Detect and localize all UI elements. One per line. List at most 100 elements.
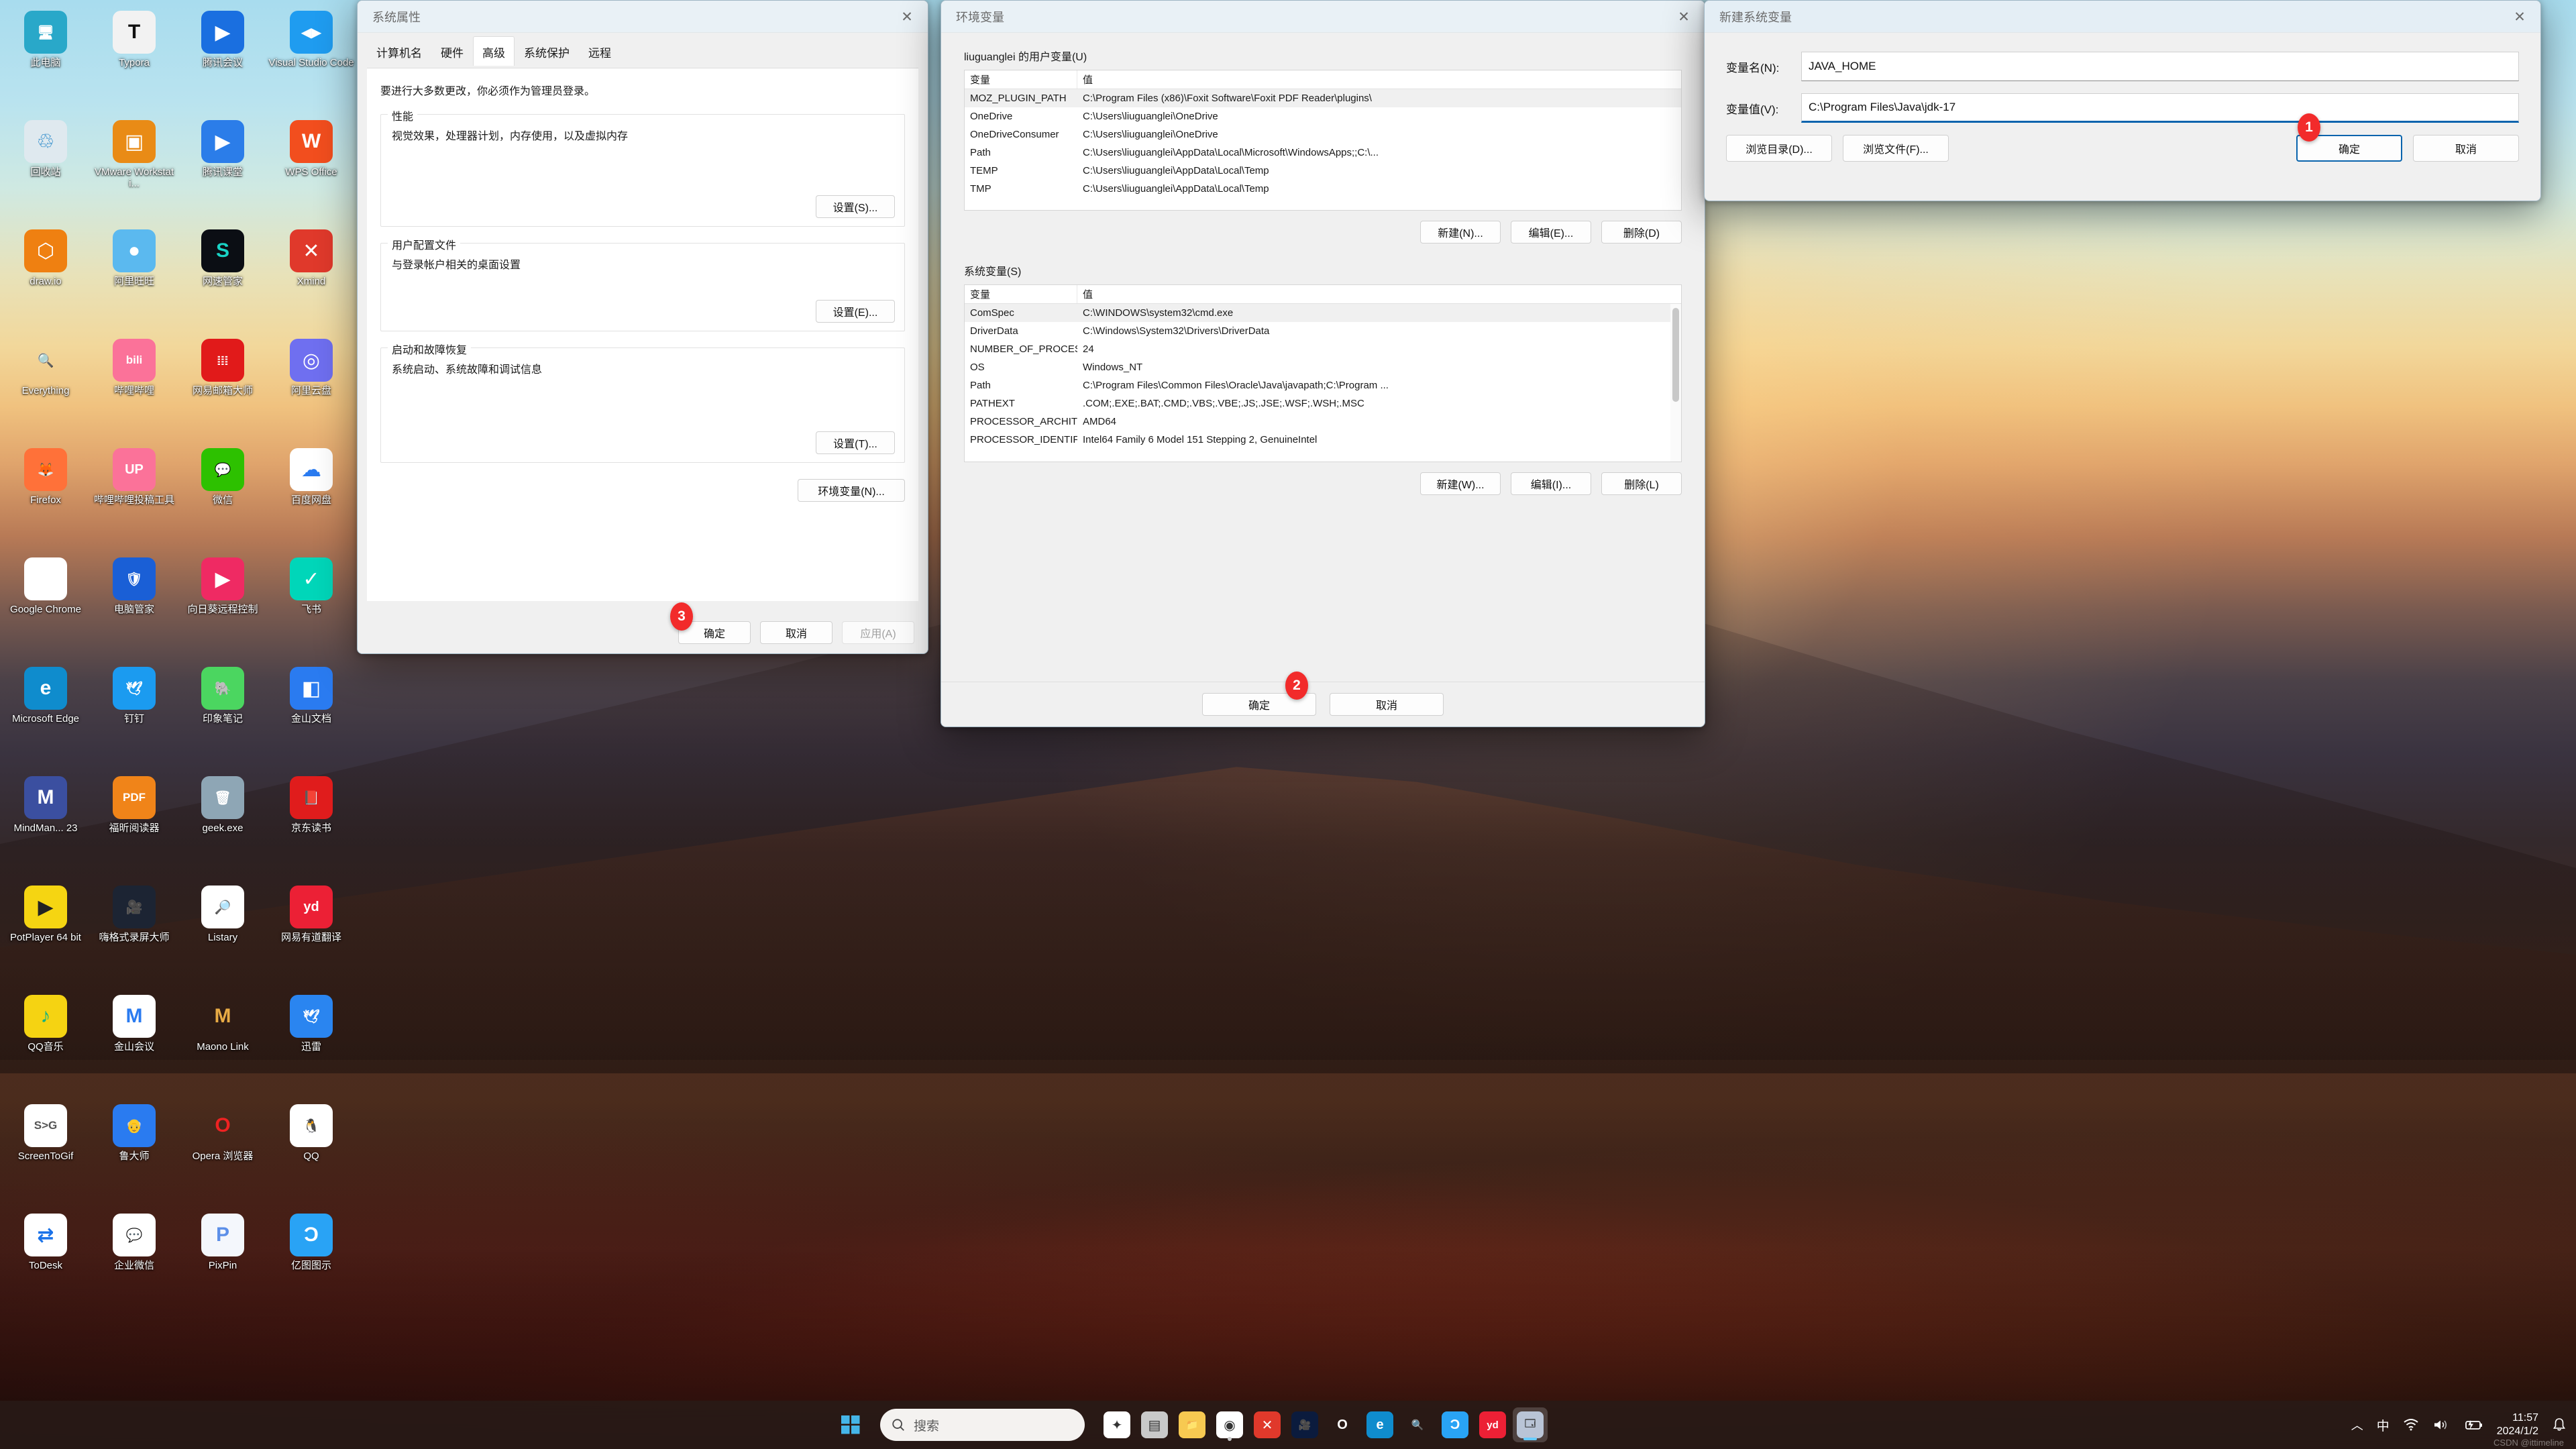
system-properties-window[interactable]: 系统属性 ✕ 计算机名 硬件 高级 系统保护 远程 要进行大多数更改，你必须作为管理员登…: [357, 0, 928, 654]
tab-0[interactable]: 计算机名: [367, 38, 431, 68]
cancel-button[interactable]: 取消: [2413, 135, 2519, 162]
table-row[interactable]: PROCESSOR_ARCHITECTURE AMD64: [965, 413, 1681, 431]
desktop-icon-edge[interactable]: e Microsoft Edge: [1, 660, 90, 769]
desktop-icon-aliwangwang[interactable]: ● 阿里旺旺: [90, 223, 178, 332]
desktop-icon-thunder[interactable]: 🕊 迅雷: [267, 988, 356, 1097]
desktop-icon-youdao-translate[interactable]: yd 网易有道翻译: [267, 879, 356, 988]
desktop-icon-aliyun-drive[interactable]: ◎ 阿里云盘: [267, 332, 356, 441]
desktop-icon-pc-manager[interactable]: 🛡 电脑管家: [90, 551, 178, 660]
volume-icon[interactable]: [2432, 1418, 2450, 1432]
desktop-icon-kingsoft-docs[interactable]: ◧ 金山文档: [267, 660, 356, 769]
desktop-icon-geek-uninstaller[interactable]: 🗑 geek.exe: [178, 769, 267, 879]
taskbar-item-task-view[interactable]: ▤: [1137, 1407, 1172, 1442]
system-new-button[interactable]: 新建(W)...: [1420, 472, 1501, 495]
system-variables-list[interactable]: 变量 值 ComSpec C:\WINDOWS\system32\cmd.exe D…: [964, 284, 1682, 462]
close-icon[interactable]: ✕: [2499, 1, 2540, 33]
desktop-icon-maono-link[interactable]: M Maono Link: [178, 988, 267, 1097]
desktop-icon-wps-office[interactable]: W WPS Office: [267, 113, 356, 223]
desktop-icon-higeshi-recorder[interactable]: 🎥 嗨格式录屏大师: [90, 879, 178, 988]
user-variables-list[interactable]: 变量 值 MOZ_PLUGIN_PATH C:\Program Files (x8…: [964, 70, 1682, 211]
desktop-icon-mindmanager[interactable]: M MindMan... 23: [1, 769, 90, 879]
user-edit-button[interactable]: 编辑(E)...: [1511, 221, 1591, 244]
new-system-variable-window[interactable]: 新建系统变量 ✕ 变量名(N): 变量值(V): 1 浏览目录(D)... 浏览…: [1704, 0, 2541, 201]
table-row[interactable]: PROCESSOR_IDENTIFIER Intel64 Family 6 Mod…: [965, 431, 1681, 449]
tab-4[interactable]: 远程: [579, 38, 621, 68]
user-new-button[interactable]: 新建(N)...: [1420, 221, 1501, 244]
ime-indicator[interactable]: 中: [2377, 1416, 2390, 1434]
taskbar-item-copilot[interactable]: ✦: [1099, 1407, 1134, 1442]
desktop-icon-listary[interactable]: 🔎 Listary: [178, 879, 267, 988]
search-input[interactable]: 搜索: [880, 1409, 1085, 1441]
table-row[interactable]: OneDrive C:\Users\liuguanglei\OneDrive: [965, 107, 1681, 125]
system-properties-tabs[interactable]: 计算机名 硬件 高级 系统保护 远程: [358, 33, 928, 68]
desktop-icon-this-pc[interactable]: 🖥 此电脑: [1, 4, 90, 113]
cancel-button[interactable]: 取消: [1330, 693, 1444, 716]
table-row[interactable]: TEMP C:\Users\liuguanglei\AppData\Local\T…: [965, 162, 1681, 180]
clock[interactable]: 11:57 2024/1/2: [2497, 1411, 2538, 1438]
desktop-icon-ludashi[interactable]: 👴 鲁大师: [90, 1097, 178, 1207]
group-settings-button-2[interactable]: 设置(T)...: [816, 431, 895, 454]
environment-variables-window[interactable]: 环境变量 ✕ liuguanglei 的用户变量(U) 变量 值 MOZ_PLU…: [941, 0, 1705, 727]
taskbar-item-edge[interactable]: e: [1362, 1407, 1397, 1442]
close-icon[interactable]: ✕: [886, 1, 928, 33]
desktop-icon-recycle-bin[interactable]: ♲ 回收站: [1, 113, 90, 223]
desktop-icon-chrome[interactable]: ◉ Google Chrome: [1, 551, 90, 660]
tab-2[interactable]: 高级: [473, 36, 515, 66]
desktop-icon-tencent-classroom[interactable]: ▶ 腾讯课堂: [178, 113, 267, 223]
table-row[interactable]: ComSpec C:\WINDOWS\system32\cmd.exe: [965, 304, 1681, 322]
taskbar[interactable]: 搜索 ✦ ▤ 📁 ◉ ✕ 🎥 Oe 🔍 Ɔyd 🗔 ︿ 中 11:57 2024/1/2: [0, 1401, 2576, 1449]
desktop-icon-everything[interactable]: 🔍 Everything: [1, 332, 90, 441]
desktop-icon-xmind[interactable]: ✕ Xmind: [267, 223, 356, 332]
desktop-icon-netease-mail[interactable]: 𝍖 网易邮箱大师: [178, 332, 267, 441]
table-row[interactable]: MOZ_PLUGIN_PATH C:\Program Files (x86)\Fo…: [965, 89, 1681, 107]
group-settings-button-1[interactable]: 设置(E)...: [816, 300, 895, 323]
apply-button[interactable]: 应用(A): [842, 621, 914, 644]
battery-icon[interactable]: [2463, 1418, 2483, 1432]
desktop-icon-wechat[interactable]: 💬 微信: [178, 441, 267, 551]
desktop-icon-vmware[interactable]: ▣ VMware Workstati...: [90, 113, 178, 223]
desktop-icon-netspeed[interactable]: S 网速管家: [178, 223, 267, 332]
environment-variables-titlebar[interactable]: 环境变量 ✕: [941, 1, 1705, 33]
tab-3[interactable]: 系统保护: [515, 38, 579, 68]
user-delete-button[interactable]: 删除(D): [1601, 221, 1682, 244]
desktop-icon-evernote[interactable]: 🐘 印象笔记: [178, 660, 267, 769]
desktop-icon-potplayer[interactable]: ▶ PotPlayer 64 bit: [1, 879, 90, 988]
taskbar-item-tencent-meeting[interactable]: 🎥: [1287, 1407, 1322, 1442]
desktop-icon-tencent-meeting[interactable]: ▶ 腾讯会议: [178, 4, 267, 113]
desktop-icon-qq[interactable]: 🐧 QQ: [267, 1097, 356, 1207]
desktop-icon-wecom[interactable]: 💬 企业微信: [90, 1207, 178, 1316]
tab-1[interactable]: 硬件: [431, 38, 473, 68]
browse-directory-button[interactable]: 浏览目录(D)...: [1726, 135, 1832, 162]
desktop-icon-baidu-netdisk[interactable]: ☁ 百度网盘: [267, 441, 356, 551]
table-row[interactable]: OneDriveConsumer C:\Users\liuguanglei\One…: [965, 125, 1681, 144]
close-icon[interactable]: ✕: [1663, 1, 1705, 33]
desktop-icon-opera[interactable]: O Opera 浏览器: [178, 1097, 267, 1207]
variable-value-input[interactable]: [1801, 93, 2519, 123]
notification-bell-icon[interactable]: [2552, 1417, 2567, 1433]
desktop-icon-foxit-reader[interactable]: PDF 福昕阅读器: [90, 769, 178, 879]
taskbar-item-chrome[interactable]: ◉: [1212, 1407, 1247, 1442]
browse-file-button[interactable]: 浏览文件(F)...: [1843, 135, 1949, 162]
taskbar-item-file-explorer[interactable]: 📁: [1175, 1407, 1210, 1442]
taskbar-item-xmind[interactable]: ✕: [1250, 1407, 1285, 1442]
desktop-icon-bilibili[interactable]: bili 哔哩哔哩: [90, 332, 178, 441]
desktop-icon-dingtalk[interactable]: 🕊 钉钉: [90, 660, 178, 769]
environment-variables-button[interactable]: 环境变量(N)...: [798, 479, 905, 502]
group-settings-button-0[interactable]: 设置(S)...: [816, 195, 895, 218]
table-row[interactable]: TMP C:\Users\liuguanglei\AppData\Local\Te…: [965, 180, 1681, 198]
desktop-icon-todesk[interactable]: ⇄ ToDesk: [1, 1207, 90, 1316]
table-row[interactable]: NUMBER_OF_PROCESSORS 24: [965, 340, 1681, 358]
desktop-icon-qq-music[interactable]: ♪ QQ音乐: [1, 988, 90, 1097]
desktop-icon-screentogif[interactable]: S>G ScreenToGif: [1, 1097, 90, 1207]
taskbar-item-opera[interactable]: O: [1325, 1407, 1360, 1442]
system-properties-titlebar[interactable]: 系统属性 ✕: [358, 1, 928, 33]
table-row[interactable]: PATHEXT .COM;.EXE;.BAT;.CMD;.VBS;.VBE;.JS…: [965, 394, 1681, 413]
wifi-icon[interactable]: [2403, 1418, 2419, 1432]
start-button[interactable]: [833, 1407, 868, 1442]
table-row[interactable]: Path C:\Users\liuguanglei\AppData\Local\M…: [965, 144, 1681, 162]
desktop-icon-pixpin[interactable]: P PixPin: [178, 1207, 267, 1316]
system-delete-button[interactable]: 删除(L): [1601, 472, 1682, 495]
desktop-icon-sunlogin[interactable]: ▶ 向日葵远程控制: [178, 551, 267, 660]
taskbar-item-everything[interactable]: 🔍: [1400, 1407, 1435, 1442]
table-row[interactable]: Path C:\Program Files\Common Files\Oracle…: [965, 376, 1681, 394]
